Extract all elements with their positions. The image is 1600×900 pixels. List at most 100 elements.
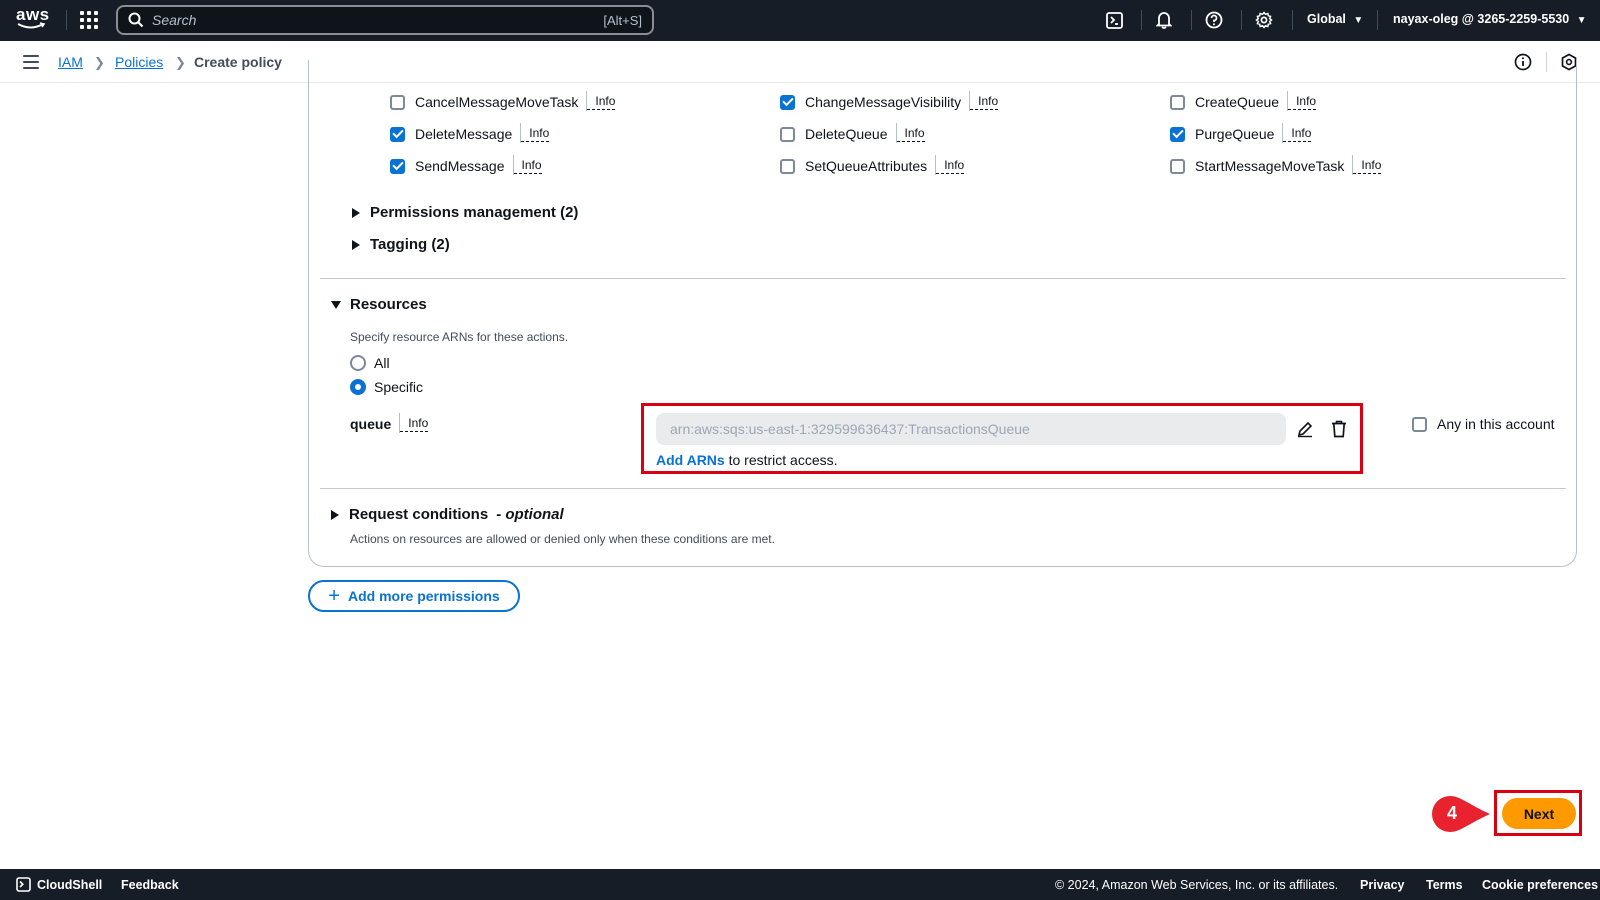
action-checkbox-setqueueattributes[interactable]: SetQueueAttributes Info [780,155,965,175]
region-selector[interactable]: Global ▼ [1307,12,1363,26]
feedback-link[interactable]: Feedback [121,878,179,892]
caret-down-icon: ▼ [1353,15,1364,26]
search-icon [128,12,144,28]
info-link[interactable]: Info [969,91,999,111]
info-link[interactable]: Info [1282,123,1312,143]
add-more-permissions-button[interactable]: + Add more permissions [308,580,520,612]
request-conditions-toggle[interactable]: Request conditions - optional [331,506,564,523]
action-checkbox-createqueue[interactable]: CreateQueue Info [1170,91,1317,111]
action-checkbox-purgequeue[interactable]: PurgeQueue Info [1170,123,1312,143]
checkbox[interactable] [1412,416,1427,432]
divider [320,488,1566,489]
region-label: Global [1307,12,1346,26]
account-label: nayax-oleg @ 3265-2259-5530 [1393,12,1570,26]
radio-all[interactable]: All [350,355,390,371]
group-label: Tagging (2) [370,236,450,253]
action-checkbox-sendmessage[interactable]: SendMessage Info [390,155,542,175]
radio-button[interactable] [350,355,366,371]
action-label: SetQueueAttributes [805,158,928,174]
checkbox[interactable] [1170,94,1185,110]
button-label: Add more permissions [347,588,500,604]
copyright-text: © 2024, Amazon Web Services, Inc. or its… [1055,878,1339,892]
checkbox-checked[interactable] [390,126,405,142]
tagging-toggle[interactable]: Tagging (2) [352,236,450,253]
action-label: CreateQueue [1195,94,1280,110]
resources-toggle[interactable]: Resources [331,296,427,313]
checkbox[interactable] [390,94,405,110]
caret-right-icon [352,207,360,218]
any-in-account-checkbox[interactable]: Any in this account [1412,416,1555,432]
radio-button-selected[interactable] [350,379,366,395]
account-menu[interactable]: nayax-oleg @ 3265-2259-5530 ▼ [1393,12,1587,26]
info-link[interactable]: Info [520,123,550,143]
add-arns-suffix: to restrict access. [724,452,838,468]
cookie-preferences-link[interactable]: Cookie preferences [1482,878,1598,892]
nav-divider [1241,10,1242,30]
aws-logo[interactable]: aws [16,5,50,33]
cloudshell-link[interactable]: CloudShell [37,878,102,892]
permissions-management-toggle[interactable]: Permissions management (2) [352,204,578,221]
breadcrumb-policies[interactable]: Policies [115,54,163,70]
edit-pencil-icon[interactable] [1296,420,1314,443]
info-link[interactable]: Info [935,155,965,175]
info-link[interactable]: Info [399,413,429,433]
caret-right-icon [352,239,360,250]
add-arns-link[interactable]: Add ARNs [656,452,725,468]
privacy-link[interactable]: Privacy [1360,878,1404,892]
breadcrumb-iam[interactable]: IAM [58,54,83,70]
checkbox-checked[interactable] [1170,126,1185,142]
any-in-account-label: Any in this account [1437,416,1555,432]
action-checkbox-deletequeue[interactable]: DeleteQueue Info [780,123,925,143]
caret-down-icon [331,300,341,309]
cloudshell-icon[interactable] [1104,10,1124,30]
nav-divider [1191,10,1192,30]
action-label: DeleteMessage [415,126,513,142]
optional-label: - optional [496,506,564,523]
action-checkbox-cancelmessagemovetask[interactable]: CancelMessageMoveTask Info [390,91,616,111]
action-label: SendMessage [415,158,505,174]
radio-specific[interactable]: Specific [350,379,423,395]
search-bar[interactable]: Search [Alt+S] [116,5,654,35]
action-label: StartMessageMoveTask [1195,158,1345,174]
info-link[interactable]: Info [1352,155,1382,175]
checkbox[interactable] [1170,158,1185,174]
nav-divider [66,10,67,30]
checkbox[interactable] [780,158,795,174]
nav-divider [1377,10,1378,30]
info-link[interactable]: Info [895,123,925,143]
checkbox-checked[interactable] [780,94,795,110]
action-checkbox-startmessagemovetask[interactable]: StartMessageMoveTask Info [1170,155,1382,175]
services-grid-icon[interactable] [80,11,98,29]
queue-label: queue [350,416,392,432]
request-conditions-description: Actions on resources are allowed or deni… [350,532,775,546]
arn-input[interactable]: arn:aws:sqs:us-east-1:329599636437:Trans… [656,413,1286,445]
checkbox-checked[interactable] [390,158,405,174]
resources-title: Resources [350,296,427,313]
terms-link[interactable]: Terms [1426,878,1463,892]
action-label: ChangeMessageVisibility [805,94,962,110]
plus-icon: + [328,585,340,607]
next-button[interactable]: Next [1502,798,1576,829]
action-checkbox-deletemessage[interactable]: DeleteMessage Info [390,123,550,143]
radio-label: All [374,355,390,371]
menu-hamburger-icon[interactable] [23,55,39,69]
trash-icon[interactable] [1331,420,1347,443]
group-label: Permissions management (2) [370,204,579,221]
bell-icon[interactable] [1154,10,1174,30]
action-label: DeleteQueue [805,126,888,142]
action-label: PurgeQueue [1195,126,1275,142]
aws-logo-text: aws [16,5,50,24]
info-link[interactable]: Info [512,155,542,175]
action-checkbox-changemessagevisibility[interactable]: ChangeMessageVisibility Info [780,91,999,111]
cloudshell-icon[interactable] [16,877,31,895]
settings-gear-icon[interactable] [1254,10,1274,30]
search-placeholder: Search [152,12,197,28]
info-link[interactable]: Info [586,91,616,111]
help-icon[interactable] [1204,10,1224,30]
caret-right-icon [331,509,339,520]
action-label: CancelMessageMoveTask [415,94,579,110]
info-link[interactable]: Info [1287,91,1317,111]
checkbox[interactable] [780,126,795,142]
resources-description: Specify resource ARNs for these actions. [350,330,569,344]
queue-resource-label: queue Info [350,413,429,433]
